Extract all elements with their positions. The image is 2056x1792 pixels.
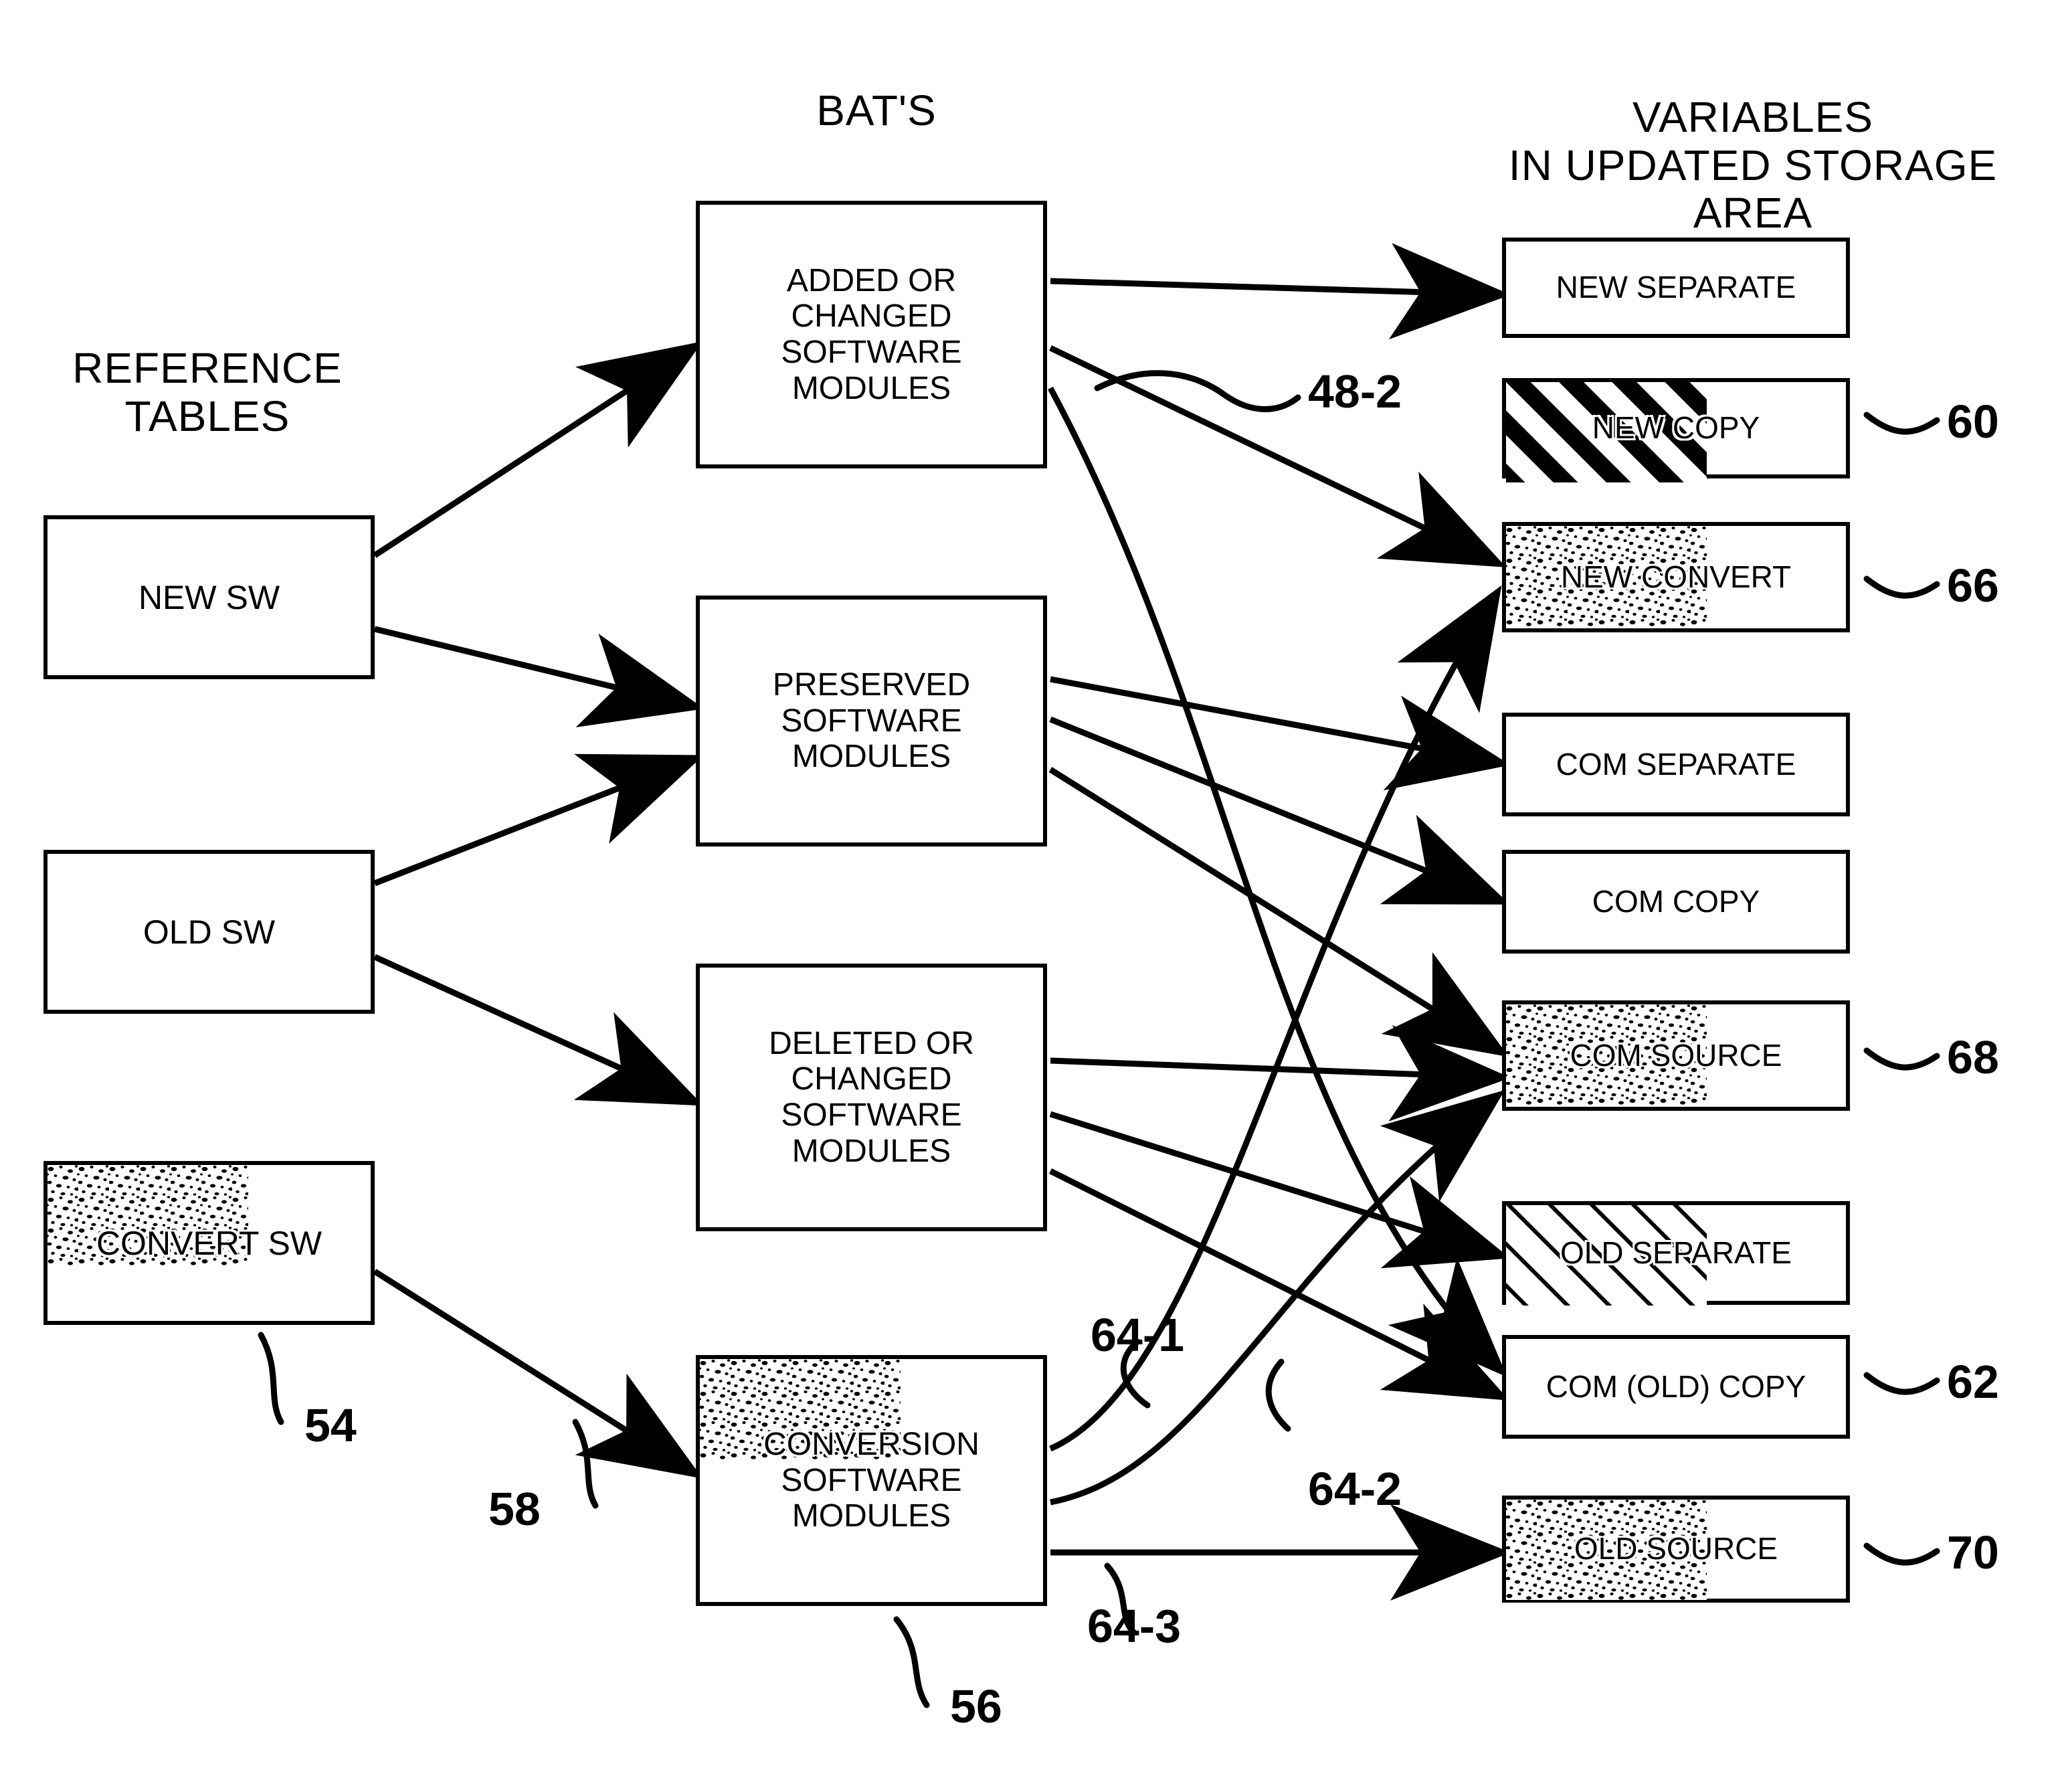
node-com-copy-label: COM COPY — [1592, 883, 1760, 919]
diagram-canvas: REFERENCE TABLES BAT'S VARIABLES IN UPDA… — [0, 0, 2056, 1792]
node-com-copy[interactable]: COM COPY — [1502, 850, 1855, 959]
node-new-sw[interactable]: NEW SW — [43, 515, 380, 685]
callout-68: 68 — [1947, 1031, 1999, 1083]
callout-48-2: 48-2 — [1308, 365, 1402, 418]
node-com-old-copy[interactable]: COM (OLD) COPY — [1502, 1335, 1855, 1444]
node-com-separate[interactable]: COM SEPARATE — [1502, 713, 1855, 822]
node-new-separate[interactable]: NEW SEPARATE — [1502, 238, 1855, 343]
node-new-copy[interactable]: NEW COPY — [1502, 378, 1855, 484]
node-com-old-copy-label: COM (OLD) COPY — [1546, 1368, 1806, 1404]
callout-62: 62 — [1947, 1356, 1999, 1408]
node-preserved-software-modules[interactable]: PRESERVED SOFTWARE MODULES — [696, 596, 1052, 852]
node-convert-sw-label: CONVERT SW — [96, 1224, 322, 1262]
node-added-or-changed-software-modules[interactable]: ADDED OR CHANGED SOFTWARE MODULES — [696, 201, 1052, 474]
header-bats: BAT'S — [816, 86, 937, 135]
callout-64-3: 64-3 — [1087, 1600, 1182, 1652]
node-new-convert-label: NEW CONVERT — [1560, 559, 1792, 594]
callout-56: 56 — [950, 1680, 1002, 1732]
node-new-sw-label: NEW SW — [138, 578, 280, 616]
node-old-sw[interactable]: OLD SW — [43, 850, 380, 1019]
node-com-source-label: COM SOURCE — [1570, 1037, 1782, 1073]
callout-64-1: 64-1 — [1091, 1309, 1185, 1361]
node-convert-sw[interactable]: CONVERT SW — [43, 1161, 380, 1330]
node-com-source[interactable]: COM SOURCE — [1502, 1000, 1855, 1116]
node-com-separate-label: COM SEPARATE — [1556, 746, 1796, 782]
node-preserved-label: PRESERVED SOFTWARE MODULES — [772, 666, 971, 775]
node-conversion-label: CONVERSION SOFTWARE MODULES — [763, 1426, 979, 1534]
header-reference-tables: REFERENCE TABLES — [72, 344, 343, 440]
callout-70: 70 — [1947, 1526, 1999, 1579]
callout-66: 66 — [1947, 559, 1999, 612]
callout-54: 54 — [304, 1399, 357, 1451]
node-deleted-or-changed-label: DELETED OR CHANGED SOFTWARE MODULES — [769, 1025, 974, 1169]
node-conversion-software-modules[interactable]: CONVERSION SOFTWARE MODULES — [696, 1355, 1052, 1611]
node-new-copy-label: NEW COPY — [1592, 410, 1760, 446]
node-old-source[interactable]: OLD SOURCE — [1502, 1496, 1855, 1608]
callout-58: 58 — [488, 1483, 541, 1535]
node-new-convert[interactable]: NEW CONVERT — [1502, 522, 1855, 638]
node-old-separate-label: OLD SEPARATE — [1560, 1235, 1792, 1270]
callout-60: 60 — [1947, 395, 1999, 448]
callout-64-2: 64-2 — [1308, 1463, 1402, 1515]
node-added-or-changed-label: ADDED OR CHANGED SOFTWARE MODULES — [781, 262, 962, 406]
node-old-separate[interactable]: OLD SEPARATE — [1502, 1201, 1855, 1310]
node-new-separate-label: NEW SEPARATE — [1556, 270, 1796, 305]
node-deleted-or-changed-software-modules[interactable]: DELETED OR CHANGED SOFTWARE MODULES — [696, 964, 1052, 1237]
node-old-source-label: OLD SOURCE — [1574, 1531, 1778, 1566]
node-old-sw-label: OLD SW — [143, 913, 276, 951]
header-variables: VARIABLES IN UPDATED STORAGE AREA — [1508, 93, 1998, 238]
